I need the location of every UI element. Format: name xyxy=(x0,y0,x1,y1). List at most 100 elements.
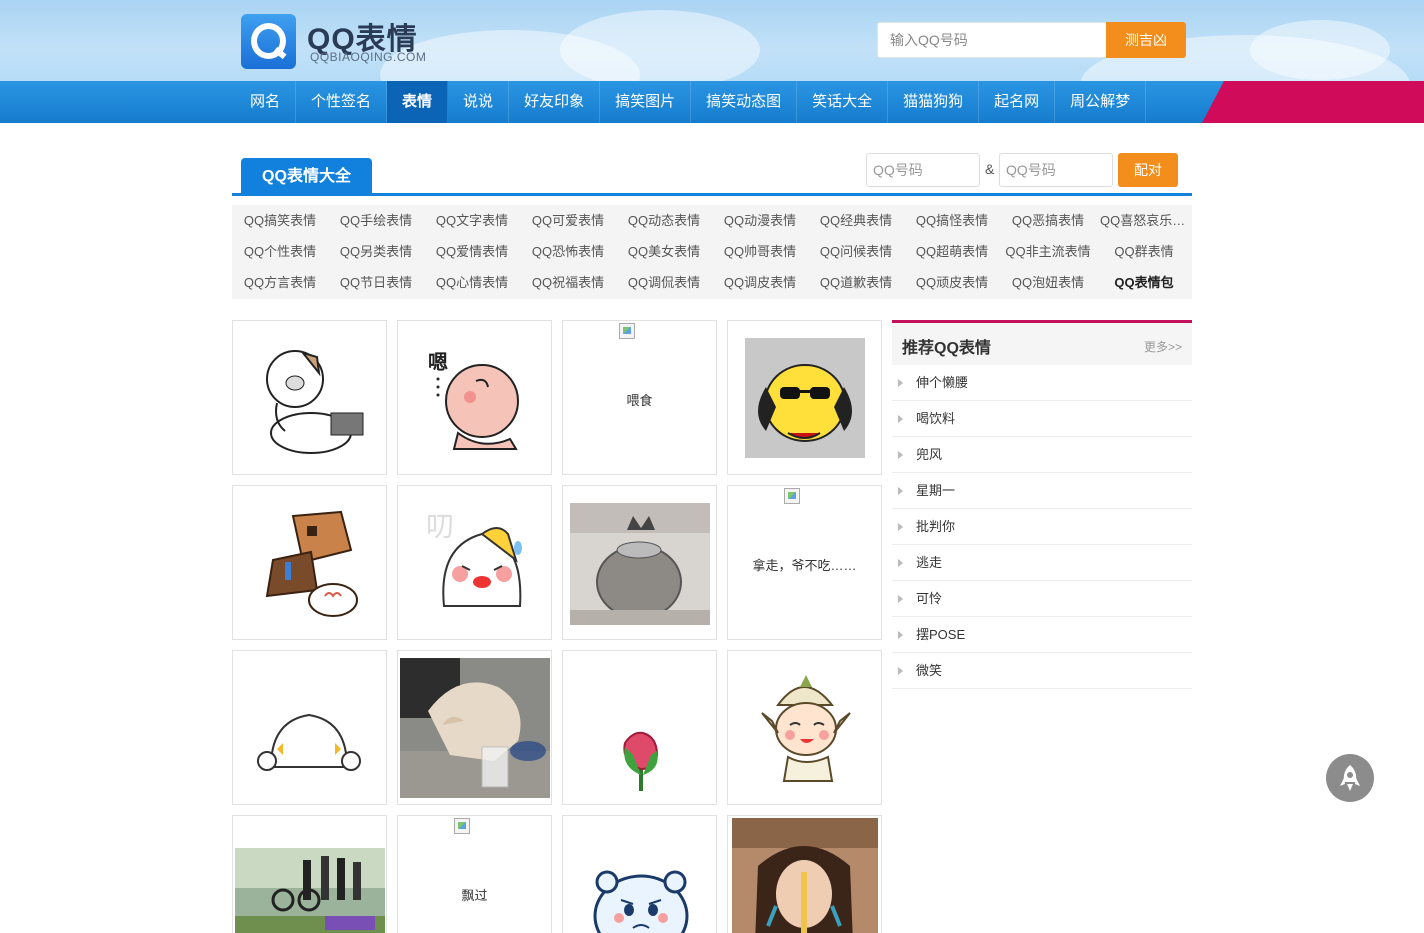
category-link[interactable]: QQ道歉表情 xyxy=(808,267,904,298)
emoticon-card[interactable]: 飘过 xyxy=(397,815,552,933)
category-link[interactable]: QQ调皮表情 xyxy=(712,267,808,298)
category-link[interactable]: QQ另类表情 xyxy=(328,236,424,267)
logo-subtitle: QQBIAOQING.COM xyxy=(310,50,427,64)
broken-image-icon xyxy=(784,488,800,504)
category-link[interactable]: QQ心情表情 xyxy=(424,267,520,298)
category-link[interactable]: QQ文字表情 xyxy=(424,205,520,236)
emoticon-card[interactable]: 叨 xyxy=(397,485,552,640)
recommend-item[interactable]: 逃走 xyxy=(892,545,1192,581)
emoticon-image xyxy=(761,675,851,782)
recommend-item[interactable]: 微笑 xyxy=(892,653,1192,689)
category-link[interactable]: QQ节日表情 xyxy=(328,267,424,298)
emoticon-image: 嗯 xyxy=(428,350,519,450)
emoticon-card[interactable] xyxy=(562,815,717,933)
emoticon-card[interactable] xyxy=(727,650,882,805)
category-link[interactable]: QQ表情包 xyxy=(1096,267,1192,298)
qq-number-input[interactable]: 输入QQ号码 xyxy=(877,22,1107,58)
nav-items: 网名 个性签名 表情 说说 好友印象 搞笑图片 搞笑动态图 笑话大全 猫猫狗狗 起名网 周公解梦 xyxy=(235,81,1147,123)
emoticon-card[interactable] xyxy=(562,650,717,805)
category-link[interactable]: QQ个性表情 xyxy=(232,236,328,267)
panel-title: 推荐QQ表情 xyxy=(902,340,991,357)
emoticon-card[interactable] xyxy=(232,650,387,805)
tab-qq-emoticons[interactable]: QQ表情大全 xyxy=(241,158,372,194)
back-to-top-button[interactable] xyxy=(1326,754,1374,802)
pair-qq-input-1[interactable]: QQ号码 xyxy=(866,153,980,187)
nav-item[interactable]: 个性签名 xyxy=(296,81,388,123)
emoticon-card[interactable] xyxy=(232,815,387,933)
category-link[interactable]: QQ搞怪表情 xyxy=(904,205,1000,236)
category-link[interactable]: QQ方言表情 xyxy=(232,267,328,298)
emoticon-caption: 飘过 xyxy=(461,888,488,903)
panel-header: 推荐QQ表情 更多>> xyxy=(892,323,1192,365)
category-link[interactable]: QQ群表情 xyxy=(1096,236,1192,267)
emoticon-card[interactable]: 拿走，爷不吃…… xyxy=(727,485,882,640)
nav-item[interactable]: 网名 xyxy=(235,81,297,123)
broken-image-icon xyxy=(619,323,635,339)
emoticon-card[interactable]: 喂食 xyxy=(562,320,717,475)
card-label: 嗯 xyxy=(428,350,448,374)
recommend-item[interactable]: 摆POSE xyxy=(892,617,1192,653)
emoticon-card[interactable] xyxy=(562,485,717,640)
category-link[interactable]: QQ问候表情 xyxy=(808,236,904,267)
pair-separator: & xyxy=(985,161,995,177)
emoticon-grid: 嗯 喂食 叨 拿走，爷不吃…… 飘过 xyxy=(232,320,882,933)
nav-item[interactable]: 周公解梦 xyxy=(1055,81,1147,123)
emoticon-card[interactable] xyxy=(727,320,882,475)
category-link[interactable]: QQ爱情表情 xyxy=(424,236,520,267)
category-link[interactable]: QQ非主流表情 xyxy=(1000,236,1096,267)
emoticon-image xyxy=(732,818,878,933)
category-link[interactable]: QQ调侃表情 xyxy=(616,267,712,298)
recommend-item[interactable]: 兜风 xyxy=(892,437,1192,473)
pair-qq-input-2[interactable]: QQ号码 xyxy=(999,153,1113,187)
category-link[interactable]: QQ恐怖表情 xyxy=(520,236,616,267)
recommend-item[interactable]: 可怜 xyxy=(892,581,1192,617)
category-link[interactable]: QQ帅哥表情 xyxy=(712,236,808,267)
emoticon-image xyxy=(593,870,689,933)
category-link[interactable]: QQ顽皮表情 xyxy=(904,267,1000,298)
emoticon-caption: 拿走，爷不吃…… xyxy=(752,558,857,573)
nav-item[interactable]: 好友印象 xyxy=(509,81,601,123)
recommend-list: 伸个懒腰 喝饮料 兜风 星期一 批判你 逃走 可怜 摆POSE 微笑 xyxy=(892,365,1192,689)
category-link[interactable]: QQ泡妞表情 xyxy=(1000,267,1096,298)
recommend-item[interactable]: 批判你 xyxy=(892,509,1192,545)
nav-item[interactable]: 笑话大全 xyxy=(797,81,889,123)
category-link[interactable]: QQ可爱表情 xyxy=(520,205,616,236)
section-divider xyxy=(232,193,1192,196)
recommend-item[interactable]: 伸个懒腰 xyxy=(892,365,1192,401)
category-link[interactable]: QQ动态表情 xyxy=(616,205,712,236)
logo-icon[interactable] xyxy=(241,14,296,69)
category-grid: QQ搞笑表情 QQ手绘表情 QQ文字表情 QQ可爱表情 QQ动态表情 QQ动漫表情 QQ经典… xyxy=(232,205,1192,299)
emoticon-card[interactable]: 嗯 xyxy=(397,320,552,475)
emoticon-image xyxy=(257,713,361,771)
rocket-icon xyxy=(1340,765,1360,791)
emoticon-image: 叨 xyxy=(426,510,522,607)
emoticon-image xyxy=(745,338,865,458)
nav-item[interactable]: 起名网 xyxy=(979,81,1056,123)
category-link[interactable]: QQ动漫表情 xyxy=(712,205,808,236)
nav-item[interactable]: 说说 xyxy=(448,81,510,123)
category-link[interactable]: QQ美女表情 xyxy=(616,236,712,267)
nav-item[interactable]: 搞笑动态图 xyxy=(691,81,798,123)
pair-button[interactable]: 配对 xyxy=(1118,153,1178,187)
emoticon-card[interactable] xyxy=(232,485,387,640)
card-label: 叨 xyxy=(426,510,454,543)
emoticon-card[interactable] xyxy=(397,650,552,805)
recommend-item[interactable]: 喝饮料 xyxy=(892,401,1192,437)
emoticon-card[interactable] xyxy=(727,815,882,933)
nav-item[interactable]: 搞笑图片 xyxy=(600,81,692,123)
category-link[interactable]: QQ喜怒哀乐表情 xyxy=(1096,205,1192,236)
nav-item[interactable]: 表情 xyxy=(387,81,449,123)
fortune-test-button[interactable]: 测吉凶 xyxy=(1106,22,1186,58)
emoticon-image xyxy=(570,503,710,625)
category-link[interactable]: QQ超萌表情 xyxy=(904,236,1000,267)
category-link[interactable]: QQ祝福表情 xyxy=(520,267,616,298)
nav-accent xyxy=(1202,81,1424,123)
recommend-item[interactable]: 星期一 xyxy=(892,473,1192,509)
more-link[interactable]: 更多>> xyxy=(1144,338,1182,355)
category-link[interactable]: QQ经典表情 xyxy=(808,205,904,236)
category-link[interactable]: QQ恶搞表情 xyxy=(1000,205,1096,236)
category-link[interactable]: QQ手绘表情 xyxy=(328,205,424,236)
nav-item[interactable]: 猫猫狗狗 xyxy=(888,81,980,123)
category-link[interactable]: QQ搞笑表情 xyxy=(232,205,328,236)
emoticon-card[interactable] xyxy=(232,320,387,475)
